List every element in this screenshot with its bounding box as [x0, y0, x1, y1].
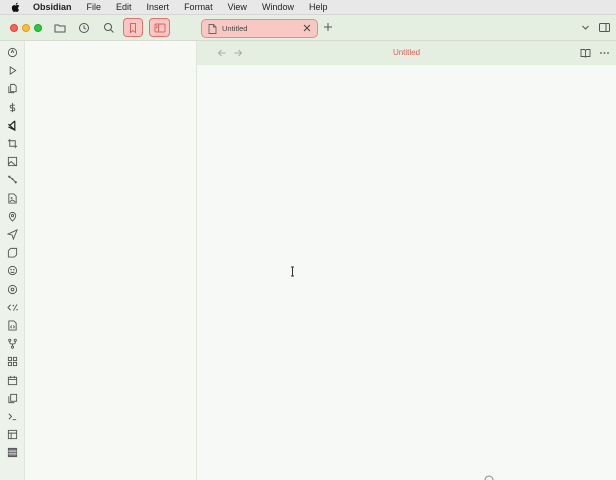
palette-icon[interactable] [6, 264, 19, 277]
left-sidebar [25, 41, 197, 480]
map-pin-icon[interactable] [6, 210, 19, 223]
menu-edit[interactable]: Edit [116, 0, 132, 15]
image-icon[interactable] [6, 155, 19, 168]
disc-icon[interactable] [6, 283, 19, 296]
sidebar-toggle-icon[interactable] [149, 18, 170, 37]
menu-app-obsidian[interactable]: Obsidian [33, 0, 72, 15]
search-icon[interactable] [100, 19, 118, 37]
window-close-button[interactable] [10, 24, 18, 32]
tab-title: Untitled [222, 24, 248, 33]
menu-format[interactable]: Format [184, 0, 213, 15]
window-minimize-button[interactable] [22, 24, 30, 32]
file-image-icon[interactable] [6, 192, 19, 205]
copy-icon[interactable] [6, 392, 19, 405]
status-indicator-icon [484, 475, 494, 480]
menu-help[interactable]: Help [309, 0, 328, 15]
editor-body[interactable] [197, 65, 616, 480]
title-bar: Untitled [0, 15, 616, 41]
send-icon[interactable] [6, 228, 19, 241]
calendar-icon[interactable] [6, 374, 19, 387]
file-code-icon[interactable] [6, 319, 19, 332]
document-icon [208, 24, 217, 34]
text-cursor-icon [291, 266, 294, 277]
tag-icon[interactable] [6, 246, 19, 259]
files-icon[interactable] [6, 82, 19, 95]
tab-untitled[interactable]: Untitled [201, 19, 318, 38]
menu-window[interactable]: Window [262, 0, 294, 15]
graph-icon[interactable] [6, 173, 19, 186]
code-percent-icon[interactable] [6, 301, 19, 314]
menu-bar: Obsidian File Edit Insert Format View Wi… [0, 0, 616, 15]
left-ribbon [0, 41, 25, 480]
more-options-icon[interactable] [599, 48, 610, 58]
window-zoom-button[interactable] [34, 24, 42, 32]
crop-icon[interactable] [6, 137, 19, 150]
menu-file[interactable]: File [87, 0, 102, 15]
editor-header: Untitled [197, 41, 616, 65]
reading-view-icon[interactable] [580, 48, 591, 58]
apple-icon[interactable] [11, 2, 21, 13]
search-icon[interactable] [6, 46, 19, 59]
terminal-icon[interactable] [6, 410, 19, 423]
menu-insert[interactable]: Insert [147, 0, 170, 15]
right-sidebar-icon[interactable] [598, 21, 611, 34]
clock-icon[interactable] [75, 19, 93, 37]
new-tab-icon[interactable] [322, 21, 334, 33]
play-icon[interactable] [6, 64, 19, 77]
chevron-down-icon[interactable] [580, 22, 591, 33]
dollar-icon[interactable] [6, 101, 19, 114]
bookmark-icon[interactable] [123, 18, 143, 37]
menu-view[interactable]: View [228, 0, 247, 15]
layout-icon[interactable] [6, 428, 19, 441]
vscode-icon[interactable] [6, 119, 19, 132]
close-tab-icon[interactable] [302, 23, 312, 33]
grid-icon[interactable] [6, 355, 19, 368]
document-title[interactable]: Untitled [197, 41, 616, 65]
folder-icon[interactable] [51, 19, 69, 37]
git-fork-icon[interactable] [6, 337, 19, 350]
table-icon[interactable] [6, 446, 19, 459]
